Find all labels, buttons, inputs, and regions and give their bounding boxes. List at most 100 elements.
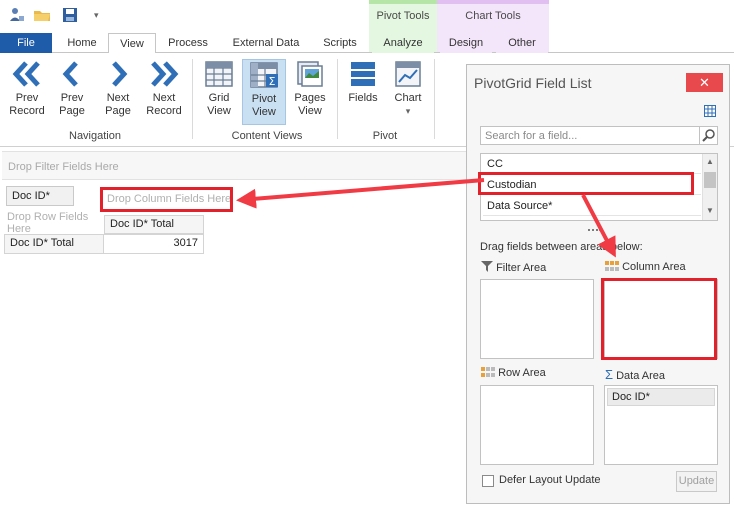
- tab-home[interactable]: Home: [58, 33, 106, 53]
- chart-button[interactable]: Chart ▾: [386, 59, 430, 125]
- tab-scripts[interactable]: Scripts: [316, 33, 364, 53]
- prev-page-label-1: Prev: [60, 92, 84, 104]
- chart-label: Chart: [394, 92, 422, 104]
- sigma-icon: Σ: [605, 367, 614, 382]
- grid-view-label-2: View: [207, 105, 231, 117]
- filter-area-box[interactable]: [480, 279, 594, 359]
- ribbon-tabs: File Home View Process External Data Scr…: [0, 33, 734, 54]
- row-drop-zone[interactable]: Drop Row Fields Here: [7, 211, 88, 235]
- grand-total-cell[interactable]: 3017: [103, 234, 204, 254]
- pages-view-label-2: View: [298, 105, 322, 117]
- column-area-label: Column Area: [622, 261, 686, 273]
- column-area-icon: [605, 261, 619, 271]
- save-icon[interactable]: [61, 6, 79, 24]
- grid-view-button[interactable]: Grid View: [197, 59, 241, 125]
- field-item-cc[interactable]: CC: [483, 154, 701, 174]
- row-area-box[interactable]: [480, 385, 594, 465]
- next-page-label-1: Next: [106, 92, 130, 104]
- pivot-view-label-2: View: [252, 106, 276, 118]
- field-search-box: [480, 126, 718, 145]
- data-area-box[interactable]: Doc ID*: [604, 385, 718, 465]
- row-field-doc-id[interactable]: Doc ID*: [6, 186, 74, 206]
- tab-process[interactable]: Process: [162, 33, 214, 53]
- chart-tools-label: Chart Tools: [465, 10, 521, 22]
- filter-area-header: Filter Area: [481, 261, 546, 274]
- filter-drop-zone-text: Drop Filter Fields Here: [8, 161, 119, 173]
- highlight-column-drop-zone: [100, 187, 233, 212]
- prev-page-button[interactable]: Prev Page: [50, 59, 94, 125]
- tab-file[interactable]: File: [0, 33, 52, 53]
- row-area-header: Row Area: [481, 367, 546, 379]
- next-record-button[interactable]: Next Record: [142, 59, 186, 125]
- app-icon[interactable]: [8, 6, 26, 24]
- scrollbar-thumb[interactable]: [704, 172, 716, 188]
- prev-record-label-1: Prev: [15, 92, 39, 104]
- quick-access-toolbar: ▾ Pivot Tools Chart Tools: [0, 0, 734, 52]
- column-total-header: Doc ID* Total: [104, 215, 204, 234]
- tab-other[interactable]: Other: [496, 33, 548, 53]
- chart-dropdown-icon: ▾: [405, 106, 411, 116]
- double-chevron-right-icon: [151, 61, 179, 87]
- customize-toolbar-chevron-icon[interactable]: ▾: [94, 6, 112, 24]
- field-list-scrollbar[interactable]: ▲ ▼: [702, 154, 717, 220]
- tab-analyze[interactable]: Analyze: [372, 33, 434, 53]
- svg-text:Σ: Σ: [269, 75, 276, 88]
- highlight-column-area: [601, 278, 717, 360]
- data-area-item-doc-id[interactable]: Doc ID*: [607, 388, 715, 406]
- defer-layout-update-label: Defer Layout Update: [499, 474, 601, 486]
- field-item-data-source[interactable]: Data Source*: [483, 196, 701, 216]
- filter-area-label: Filter Area: [496, 262, 547, 274]
- row-area-icon: [481, 367, 495, 377]
- tab-external-data[interactable]: External Data: [224, 33, 308, 53]
- double-chevron-left-icon: [12, 61, 40, 87]
- grid-view-label-1: Grid: [208, 92, 230, 104]
- row-area-label: Row Area: [498, 367, 546, 379]
- prev-page-label-2: Page: [59, 105, 85, 117]
- layout-options-icon[interactable]: [704, 105, 716, 117]
- column-area-header: Column Area: [605, 261, 686, 273]
- next-page-label-2: Page: [105, 105, 131, 117]
- tab-design[interactable]: Design: [440, 33, 492, 53]
- pivot-view-button[interactable]: Σ Pivot View: [242, 59, 286, 125]
- defer-layout-update-checkbox[interactable]: [482, 475, 494, 487]
- row-total-header: Doc ID* Total: [4, 234, 104, 254]
- ribbon-separator: [434, 59, 435, 139]
- pages-view-button[interactable]: Pages View: [288, 59, 332, 125]
- field-list-title: PivotGrid Field List: [474, 75, 592, 91]
- scroll-up-icon[interactable]: ▲: [706, 157, 714, 166]
- row-drop-zone-text-1: Drop Row Fields: [7, 211, 89, 223]
- pivot-group-label: Pivot: [372, 130, 398, 142]
- navigation-group-label: Navigation: [69, 130, 121, 142]
- drag-fields-hint: Drag fields between areas below:: [480, 241, 643, 253]
- pivot-tools-label: Pivot Tools: [376, 10, 430, 22]
- ribbon-separator: [337, 59, 338, 139]
- next-record-label-2: Record: [146, 105, 182, 117]
- content-views-group-label: Content Views: [231, 130, 303, 142]
- grid-icon: [205, 61, 233, 87]
- tab-view[interactable]: View: [108, 33, 156, 54]
- close-icon[interactable]: ✕: [686, 73, 723, 92]
- update-button[interactable]: Update: [676, 471, 717, 492]
- pages-view-label-1: Pages: [294, 92, 326, 104]
- funnel-icon: [481, 261, 493, 272]
- chevron-left-icon: [62, 61, 78, 87]
- search-icon[interactable]: [699, 127, 717, 144]
- highlight-custodian-field: [478, 172, 694, 195]
- pivot-table-icon: Σ: [250, 62, 278, 88]
- next-page-button[interactable]: Next Page: [96, 59, 140, 125]
- chevron-right-icon: [112, 61, 128, 87]
- filter-drop-zone[interactable]: Drop Filter Fields Here: [2, 151, 466, 180]
- prev-record-button[interactable]: Prev Record: [5, 59, 49, 125]
- ribbon-separator: [192, 59, 193, 139]
- prev-record-label-2: Record: [9, 105, 45, 117]
- scroll-down-icon[interactable]: ▼: [706, 206, 714, 215]
- data-area-label: Data Area: [616, 370, 666, 382]
- data-area-header: Σ Data Area: [605, 367, 665, 382]
- pages-icon: [297, 61, 323, 87]
- arrow-to-column-drop-zone: [236, 178, 485, 209]
- splitter-grip-icon[interactable]: [587, 223, 601, 231]
- chart-icon: [395, 61, 421, 87]
- fields-button[interactable]: Fields: [341, 59, 385, 125]
- field-search-input[interactable]: [481, 127, 693, 144]
- open-folder-icon[interactable]: [33, 6, 51, 24]
